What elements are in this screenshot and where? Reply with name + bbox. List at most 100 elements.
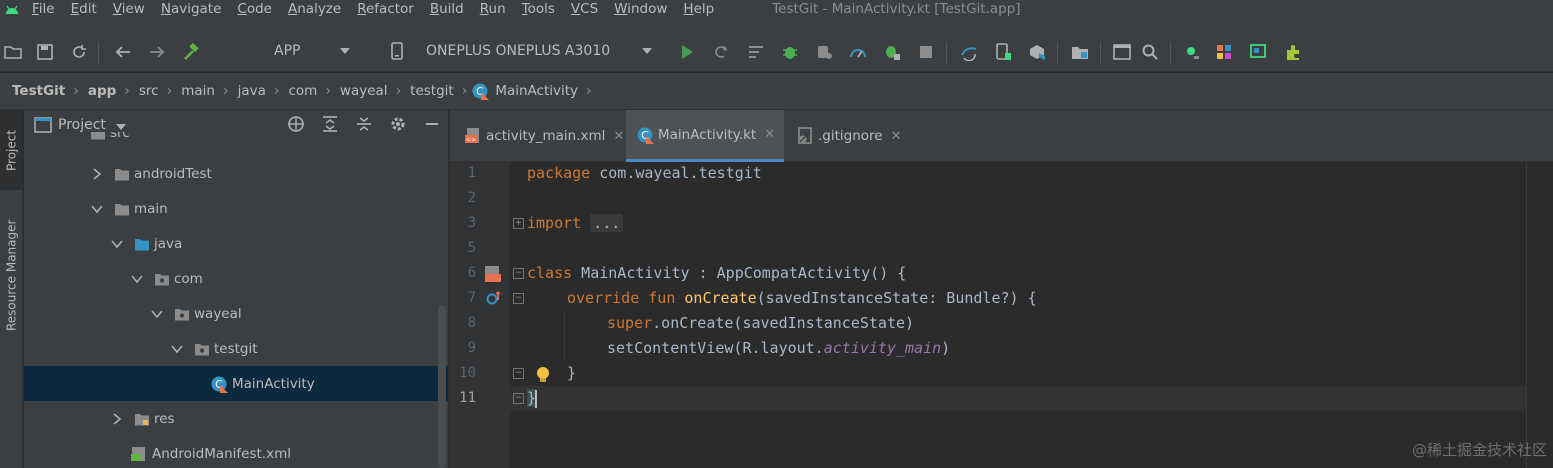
chevron-down-icon[interactable]	[170, 342, 184, 356]
tab-mainactivity-kt[interactable]: C MainActivity.kt ✕	[626, 110, 784, 162]
tree-item-androidmanifest[interactable]: AndroidManifest.xml	[24, 436, 448, 468]
breadcrumb-project[interactable]: TestGit	[12, 83, 65, 99]
layout-inspector-icon[interactable]	[1183, 42, 1203, 62]
run-icon[interactable]	[677, 42, 697, 62]
tree-item-wayeal[interactable]: wayeal	[24, 296, 448, 331]
chevron-down-icon[interactable]	[110, 237, 124, 251]
menu-edit[interactable]: Edit	[63, 1, 105, 17]
chevron-right-icon[interactable]	[110, 412, 124, 426]
project-view-selector[interactable]: Project	[58, 117, 106, 133]
tree-item-res[interactable]: res	[24, 401, 448, 436]
dropdown-icon[interactable]	[642, 48, 653, 54]
run-config-selector[interactable]: APP	[230, 36, 351, 66]
breadcrumb-mainactivity[interactable]: C MainActivity	[471, 82, 578, 100]
chevron-down-icon[interactable]	[90, 202, 104, 216]
close-icon[interactable]: ✕	[891, 129, 902, 144]
chevron-down-icon[interactable]	[150, 307, 164, 321]
menu-window[interactable]: Window	[606, 1, 675, 17]
project-panel-scrollbar[interactable]	[438, 305, 446, 468]
menu-view[interactable]: View	[105, 1, 153, 17]
watermark: @稀土掘金技术社区	[1411, 441, 1547, 459]
tree-item-main[interactable]: main	[24, 191, 448, 226]
tree-item-com[interactable]: com	[24, 261, 448, 296]
line-number: 10	[459, 365, 476, 381]
back-icon[interactable]	[113, 42, 133, 62]
dropdown-icon[interactable]	[115, 124, 126, 130]
fold-collapse-icon[interactable]: −	[513, 268, 524, 279]
breadcrumb-module[interactable]: app	[88, 83, 116, 99]
search-icon[interactable]	[1140, 42, 1160, 62]
tree-item-java[interactable]: java	[24, 226, 448, 261]
plugin-icon[interactable]	[1283, 42, 1303, 62]
menu-vcs[interactable]: VCS	[563, 1, 606, 17]
gear-icon[interactable]	[388, 114, 408, 134]
expand-all-icon[interactable]	[320, 114, 340, 134]
line-number: 6	[467, 265, 476, 281]
dropdown-icon[interactable]	[340, 48, 351, 54]
override-gutter-icon[interactable]	[486, 290, 502, 310]
tree-item-src[interactable]: src	[24, 132, 448, 148]
menu-code[interactable]: Code	[229, 1, 280, 17]
menu-tools[interactable]: Tools	[514, 1, 563, 17]
class-gutter-icon[interactable]	[484, 265, 502, 287]
sdk-manager-icon[interactable]	[1027, 42, 1047, 62]
tab-label: .gitignore	[818, 128, 883, 144]
resource-manager-tool-tab[interactable]: Resource Manager	[0, 210, 23, 340]
menu-help[interactable]: Help	[675, 1, 722, 17]
apply-changes-icon[interactable]	[711, 42, 731, 62]
line-number: 3	[467, 215, 476, 231]
attach-debugger-icon[interactable]	[814, 42, 834, 62]
project-structure-icon[interactable]	[1070, 42, 1090, 62]
gradle-icon[interactable]	[1248, 42, 1268, 62]
collapse-all-icon[interactable]	[354, 114, 374, 134]
project-tool-tab[interactable]: Project	[0, 110, 23, 190]
tab-gitignore[interactable]: .gitignore ✕	[792, 110, 912, 162]
chevron-down-icon[interactable]	[130, 272, 144, 286]
fold-end-icon[interactable]: −	[513, 368, 524, 379]
menu-build[interactable]: Build	[422, 1, 472, 17]
tree-item-mainactivity[interactable]: C MainActivity	[24, 366, 448, 401]
apply-code-changes-icon[interactable]	[746, 42, 766, 62]
breadcrumb-java[interactable]: java	[238, 83, 266, 99]
close-icon[interactable]: ✕	[764, 127, 775, 142]
breadcrumb-main[interactable]: main	[181, 83, 215, 99]
tree-item-testgit[interactable]: testgit	[24, 331, 448, 366]
close-icon[interactable]: ✕	[613, 129, 624, 144]
minimize-icon[interactable]	[422, 114, 442, 134]
fold-end-icon[interactable]: −	[513, 393, 524, 404]
breadcrumb-wayeal[interactable]: wayeal	[340, 83, 388, 99]
tab-activity-main-xml[interactable]: <> activity_main.xml ✕	[458, 110, 626, 162]
menu-analyze[interactable]: Analyze	[280, 1, 349, 17]
line-number: 2	[467, 190, 476, 206]
menu-run[interactable]: Run	[472, 1, 514, 17]
kotlin-class-icon: C	[471, 82, 490, 100]
debug-icon[interactable]	[780, 42, 800, 62]
locate-file-icon[interactable]	[286, 114, 306, 134]
folded-region[interactable]: ...	[590, 214, 624, 232]
menu-file[interactable]: File	[24, 1, 63, 17]
profile-icon[interactable]	[848, 42, 868, 62]
breadcrumb-com[interactable]: com	[288, 83, 317, 99]
terminal-icon[interactable]	[1112, 42, 1132, 62]
debug-attach-icon[interactable]	[882, 42, 902, 62]
resource-icon[interactable]	[1214, 42, 1234, 62]
forward-icon[interactable]	[147, 42, 167, 62]
menu-navigate[interactable]: Navigate	[153, 1, 230, 17]
save-icon[interactable]	[35, 42, 55, 62]
lightbulb-icon[interactable]	[535, 366, 551, 388]
code-text: MainActivity : AppCompatActivity() {	[572, 264, 907, 282]
tree-item-androidtest[interactable]: androidTest	[24, 156, 448, 191]
stop-icon[interactable]	[916, 42, 936, 62]
sync-gradle-icon[interactable]	[959, 42, 979, 62]
menu-refactor[interactable]: Refactor	[349, 1, 422, 17]
hammer-icon[interactable]	[181, 42, 201, 62]
open-folder-icon[interactable]	[3, 42, 23, 62]
breadcrumb-src[interactable]: src	[139, 83, 159, 99]
device-selector[interactable]: ONEPLUS ONEPLUS A3010	[390, 36, 653, 66]
fold-collapse-icon[interactable]: −	[513, 293, 524, 304]
sync-icon[interactable]	[69, 42, 89, 62]
fold-expand-icon[interactable]: +	[513, 218, 524, 229]
breadcrumb-testgit[interactable]: testgit	[410, 83, 454, 99]
device-manager-icon[interactable]	[993, 42, 1013, 62]
chevron-right-icon[interactable]	[90, 167, 104, 181]
